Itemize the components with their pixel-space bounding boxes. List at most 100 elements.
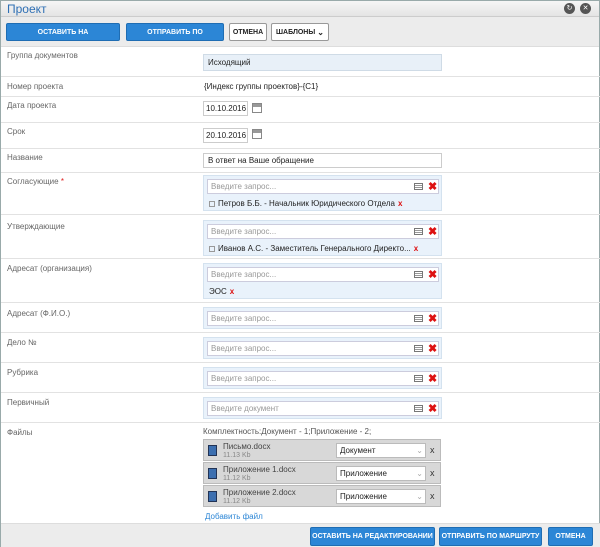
approvers-label: Согласующие *: [7, 177, 64, 186]
row-doc-group: Группа документов Исходящий: [1, 47, 600, 77]
doc-group-field[interactable]: Исходящий: [203, 54, 442, 71]
approvers-select: Введите запрос... ✖ Петров Б.Б. - Началь…: [203, 175, 442, 211]
file-size: 11.12 Kb: [223, 498, 251, 505]
row-addressee-org: Адресат (организация) Введите запрос... …: [1, 259, 600, 303]
list-icon[interactable]: [414, 183, 423, 190]
addressee-org-select: Введите запрос... ✖ ЭОС x: [203, 263, 442, 299]
addressee-org-input[interactable]: Введите запрос...: [207, 267, 439, 282]
row-rubric: Рубрика Введите запрос... ✖: [1, 363, 600, 393]
remove-chip-icon[interactable]: x: [230, 287, 234, 296]
clear-icon[interactable]: ✖: [428, 227, 437, 238]
addressee-org-label: Адресат (организация): [7, 264, 92, 273]
remove-file-icon[interactable]: x: [430, 468, 435, 478]
project-number-value: {Индекс группы проектов}-{С1}: [204, 82, 319, 91]
primary-label: Первичный: [7, 398, 50, 407]
chevron-down-icon: ⌄: [416, 492, 423, 501]
primary-input[interactable]: Введите документ: [207, 401, 439, 416]
clear-icon[interactable]: ✖: [428, 270, 437, 281]
calendar-icon[interactable]: [252, 129, 262, 139]
row-approvers: Согласующие * Введите запрос... ✖ Петров…: [1, 173, 600, 215]
row-name: Название В ответ на Ваше обращение: [1, 149, 600, 173]
remove-file-icon[interactable]: x: [430, 491, 435, 501]
confirmers-select: Введите запрос... ✖ Иванов А.С. - Замест…: [203, 220, 442, 256]
chevron-down-icon: ⌄: [317, 28, 324, 37]
project-window: Проект ↻ ✕ ОСТАВИТЬ НА РЕДАКТИРОВАНИИ ОТ…: [0, 0, 600, 547]
doc-group-label: Группа документов: [7, 51, 78, 60]
case-input[interactable]: Введите запрос...: [207, 341, 439, 356]
row-case: Дело № Введите запрос... ✖: [1, 333, 600, 363]
rubric-input[interactable]: Введите запрос...: [207, 371, 439, 386]
title-bar: Проект ↻ ✕: [1, 1, 599, 17]
word-file-icon: [208, 445, 217, 456]
due-date-label: Срок: [7, 127, 26, 136]
close-icon[interactable]: ✕: [580, 3, 591, 14]
templates-dropdown[interactable]: ШАБЛОНЫ ⌄: [271, 23, 329, 41]
chevron-down-icon: ⌄: [416, 446, 423, 455]
file-item: Приложение 2.docx 11.12 Kb Приложение ⌄ x: [203, 485, 441, 507]
due-date-field[interactable]: 20.10.2016: [203, 128, 248, 143]
toolbar: ОСТАВИТЬ НА РЕДАКТИРОВАНИИ ОТПРАВИТЬ ПО …: [1, 17, 599, 54]
list-icon[interactable]: [414, 271, 423, 278]
chevron-down-icon: ⌄: [416, 469, 423, 478]
row-addressee-person: Адресат (Ф.И.О.) Введите запрос... ✖: [1, 303, 600, 333]
list-icon[interactable]: [414, 315, 423, 322]
remove-chip-icon[interactable]: x: [414, 244, 418, 253]
word-file-icon: [208, 468, 217, 479]
file-type-select[interactable]: Приложение ⌄: [336, 466, 426, 481]
restore-icon[interactable]: ↻: [564, 3, 575, 14]
remove-file-icon[interactable]: x: [430, 445, 435, 455]
word-file-icon: [208, 491, 217, 502]
cancel-button[interactable]: ОТМЕНА: [548, 527, 593, 546]
cancel-button[interactable]: ОТМЕНА: [229, 23, 267, 41]
footer-bar: ОСТАВИТЬ НА РЕДАКТИРОВАНИИ ОТПРАВИТЬ ПО …: [1, 523, 600, 547]
list-icon[interactable]: [414, 375, 423, 382]
rubric-label: Рубрика: [7, 368, 39, 377]
add-file-link[interactable]: Добавить файл: [205, 512, 263, 521]
addressee-org-chip: ЭОС x: [209, 287, 235, 296]
confirmers-input[interactable]: Введите запрос...: [207, 224, 439, 239]
clear-icon[interactable]: ✖: [428, 374, 437, 385]
templates-label: ШАБЛОНЫ: [276, 29, 316, 36]
row-primary: Первичный Введите документ ✖: [1, 393, 600, 423]
file-name[interactable]: Приложение 2.docx: [223, 488, 296, 497]
addressee-person-input[interactable]: Введите запрос...: [207, 311, 439, 326]
list-icon[interactable]: [414, 228, 423, 235]
calendar-icon[interactable]: [252, 103, 262, 113]
case-label: Дело №: [7, 338, 37, 347]
file-name[interactable]: Письмо.docx: [223, 442, 270, 451]
file-type-select[interactable]: Документ ⌄: [336, 443, 426, 458]
row-files: Файлы Комплектность:Документ - 1;Приложе…: [1, 423, 600, 523]
project-number-label: Номер проекта: [7, 82, 64, 91]
approvers-input[interactable]: Введите запрос...: [207, 179, 439, 194]
project-date-field[interactable]: 10.10.2016: [203, 101, 248, 116]
file-type-select[interactable]: Приложение ⌄: [336, 489, 426, 504]
row-project-date: Дата проекта 10.10.2016: [1, 97, 600, 123]
remove-chip-icon[interactable]: x: [398, 199, 402, 208]
send-route-button[interactable]: ОТПРАВИТЬ ПО МАРШРУТУ: [439, 527, 542, 546]
clear-icon[interactable]: ✖: [428, 182, 437, 193]
keep-editing-button[interactable]: ОСТАВИТЬ НА РЕДАКТИРОВАНИИ: [310, 527, 435, 546]
clear-icon[interactable]: ✖: [428, 404, 437, 415]
name-label: Название: [7, 153, 43, 162]
clear-icon[interactable]: ✖: [428, 314, 437, 325]
files-summary: Комплектность:Документ - 1;Приложение - …: [203, 427, 372, 436]
approver-chip: Петров Б.Б. - Начальник Юридического Отд…: [209, 199, 402, 208]
file-size: 11.12 Kb: [223, 475, 251, 482]
list-icon[interactable]: [414, 405, 423, 412]
keep-editing-button[interactable]: ОСТАВИТЬ НА РЕДАКТИРОВАНИИ: [6, 23, 120, 54]
file-item: Письмо.docx 11.13 Kb Документ ⌄ x: [203, 439, 441, 461]
project-date-label: Дата проекта: [7, 101, 57, 110]
clear-icon[interactable]: ✖: [428, 344, 437, 355]
row-confirmers: Утверждающие Введите запрос... ✖ Иванов …: [1, 215, 600, 259]
name-field[interactable]: В ответ на Ваше обращение: [203, 153, 442, 168]
row-due-date: Срок 20.10.2016: [1, 123, 600, 149]
list-icon[interactable]: [414, 345, 423, 352]
primary-select: Введите документ ✖: [203, 397, 442, 419]
row-project-number: Номер проекта {Индекс группы проектов}-{…: [1, 77, 600, 97]
confirmer-chip: Иванов А.С. - Заместитель Генерального Д…: [209, 244, 418, 253]
addressee-person-label: Адресат (Ф.И.О.): [7, 309, 71, 318]
send-route-button[interactable]: ОТПРАВИТЬ ПО МАРШРУТУ: [126, 23, 224, 54]
file-item: Приложение 1.docx 11.12 Kb Приложение ⌄ x: [203, 462, 441, 484]
file-name[interactable]: Приложение 1.docx: [223, 465, 296, 474]
file-type-value: Приложение: [340, 492, 387, 501]
